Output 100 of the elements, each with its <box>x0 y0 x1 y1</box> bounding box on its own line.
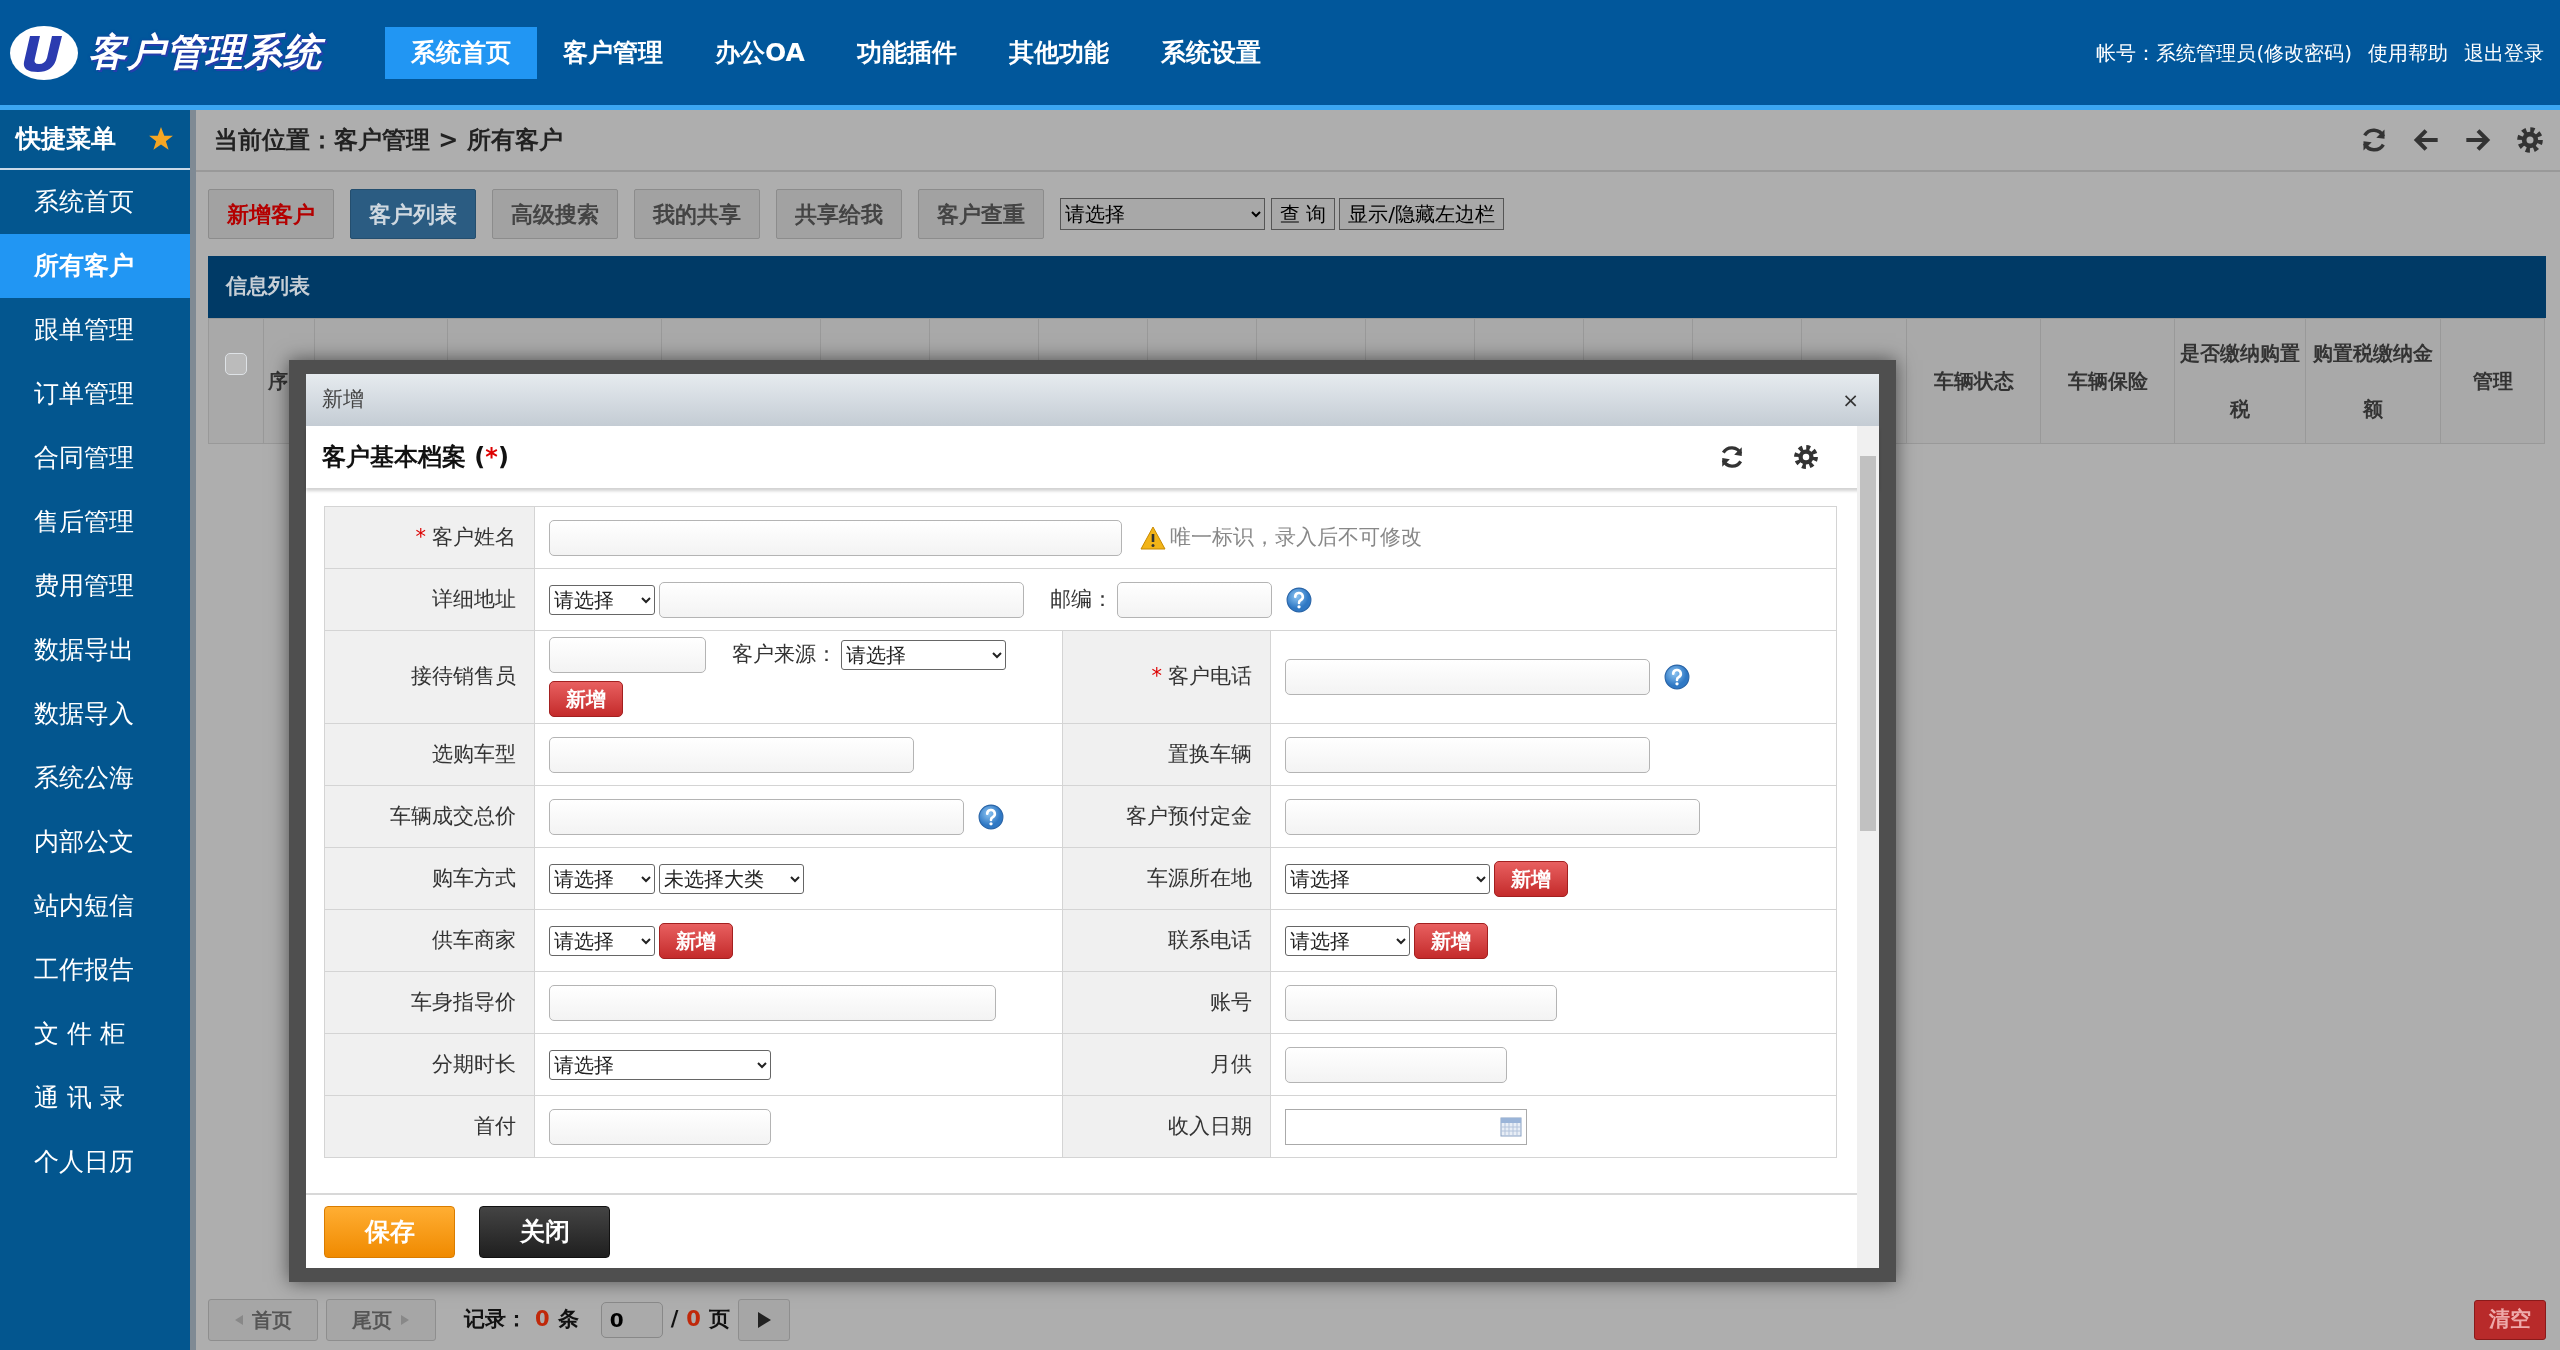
filter-dropdown[interactable]: 请选择 <box>1060 198 1265 230</box>
warning-icon <box>1140 525 1166 550</box>
dropdown[interactable]: 请选择 <box>1285 863 1490 894</box>
nav-tab[interactable]: 其他功能 <box>982 26 1135 79</box>
sidebar-item[interactable]: 文 件 柜 <box>0 1002 190 1066</box>
unit-text: 页 <box>708 1306 730 1334</box>
page-count: 0 <box>686 1306 701 1334</box>
breadcrumb: 当前位置：客户管理 > 所有客户 <box>214 125 563 156</box>
text-input[interactable] <box>1117 581 1272 618</box>
field-label: 邮编： <box>1050 585 1113 613</box>
add-button[interactable]: 新增 <box>659 922 733 959</box>
text-input[interactable] <box>659 581 1024 618</box>
field-label: 车源所在地 <box>1147 865 1252 890</box>
sidebar-item[interactable]: 系统首页 <box>0 170 190 234</box>
sidebar-item[interactable]: 数据导入 <box>0 682 190 746</box>
sidebar-item[interactable]: 系统公海 <box>0 746 190 810</box>
dropdown[interactable]: 请选择 <box>841 640 1006 670</box>
sidebar-item[interactable]: 站内短信 <box>0 874 190 938</box>
toggle-sidebar-button[interactable]: 显示/隐藏左边栏 <box>1339 198 1505 230</box>
text-input[interactable] <box>1285 736 1650 773</box>
sidebar-item[interactable]: 个人日历 <box>0 1130 190 1194</box>
help-icon[interactable] <box>978 803 1004 830</box>
header-link[interactable]: 退出登录 <box>2464 37 2544 68</box>
field-label: * 客户电话 <box>1151 664 1252 689</box>
nav-tab[interactable]: 客户管理 <box>537 26 689 79</box>
toolbar-button[interactable]: 共享给我 <box>776 189 902 239</box>
query-button[interactable]: 查 询 <box>1271 198 1336 230</box>
nav-tab[interactable]: 办公OA <box>689 26 831 79</box>
text-input[interactable] <box>549 736 914 773</box>
account-text: 帐号：系统管理员(修改密码) <box>2096 39 2352 67</box>
toolbar-button[interactable]: 客户列表 <box>350 189 476 239</box>
records-label: 记录： <box>464 1306 527 1334</box>
field-label: 分期时长 <box>432 1051 516 1076</box>
page-input[interactable]: 0 <box>600 1302 663 1338</box>
sidebar-item[interactable]: 工作报告 <box>0 938 190 1002</box>
field-label: 供车商家 <box>432 927 516 952</box>
unit-text: 条 <box>557 1306 579 1334</box>
settings-icon[interactable] <box>1793 444 1819 470</box>
column-header: 序 <box>268 369 288 393</box>
field-label: 选购车型 <box>432 741 516 766</box>
toolbar-button[interactable]: 高级搜索 <box>492 189 618 239</box>
sidebar-item[interactable]: 订单管理 <box>0 362 190 426</box>
text-input[interactable] <box>1285 659 1650 695</box>
settings-icon[interactable] <box>2516 126 2544 154</box>
add-button[interactable]: 新增 <box>1494 860 1568 897</box>
sidebar-item[interactable]: 通 讯 录 <box>0 1066 190 1130</box>
toolbar-button[interactable]: 我的共享 <box>634 189 760 239</box>
play-triangle-icon <box>755 1311 772 1329</box>
menu-title: 快捷菜单 <box>16 123 116 156</box>
help-icon[interactable] <box>1664 664 1690 690</box>
dropdown[interactable]: 未选择大类 <box>659 863 804 894</box>
field-label: 置换车辆 <box>1168 741 1252 766</box>
header-link[interactable]: 使用帮助 <box>2368 37 2448 68</box>
nav-tab[interactable]: 功能插件 <box>830 26 983 79</box>
dropdown[interactable]: 请选择 <box>549 1049 771 1080</box>
text-input[interactable] <box>1285 984 1557 1021</box>
text-input[interactable] <box>549 984 996 1021</box>
back-arrow-icon[interactable] <box>2412 126 2440 154</box>
add-button[interactable]: 新增 <box>1414 922 1488 959</box>
close-button[interactable]: 关闭 <box>479 1205 610 1258</box>
select-all-checkbox[interactable] <box>225 353 247 375</box>
column-header: 购置税缴纳金额 <box>2313 341 2433 421</box>
text-input[interactable] <box>1285 1046 1507 1083</box>
refresh-icon[interactable] <box>1719 444 1745 470</box>
next-page-button[interactable] <box>737 1299 790 1341</box>
sidebar-item[interactable]: 合同管理 <box>0 426 190 490</box>
text-input[interactable] <box>549 798 964 835</box>
star-icon <box>148 126 174 152</box>
dropdown[interactable]: 请选择 <box>549 925 655 956</box>
scrollbar[interactable] <box>1857 426 1879 1268</box>
forward-arrow-icon[interactable] <box>2464 126 2492 154</box>
field-label: 联系电话 <box>1168 927 1252 952</box>
sidebar-item[interactable]: 数据导出 <box>0 618 190 682</box>
right-triangle-icon <box>400 1314 410 1326</box>
toolbar-button[interactable]: 客户查重 <box>918 189 1044 239</box>
dropdown[interactable]: 请选择 <box>549 584 655 615</box>
text-input[interactable] <box>549 519 1122 556</box>
sidebar-item[interactable]: 跟单管理 <box>0 298 190 362</box>
record-count: 0 <box>535 1306 550 1334</box>
calendar-icon[interactable] <box>1500 1116 1522 1137</box>
column-header: 是否缴纳购置税 <box>2180 341 2300 421</box>
dropdown[interactable]: 请选择 <box>549 863 655 894</box>
date-field[interactable] <box>1285 1108 1527 1145</box>
field-label: 客户预付定金 <box>1126 803 1252 828</box>
sidebar-item[interactable]: 售后管理 <box>0 490 190 554</box>
refresh-icon[interactable] <box>2360 126 2388 154</box>
help-icon[interactable] <box>1286 586 1312 613</box>
field-label: 车辆成交总价 <box>390 803 516 828</box>
sidebar-item[interactable]: 费用管理 <box>0 554 190 618</box>
list-header-bar: 信息列表 <box>208 256 2546 318</box>
close-button[interactable]: × <box>1836 385 1865 415</box>
add-button[interactable]: 新增 <box>549 681 623 717</box>
sidebar-item[interactable]: 内部公文 <box>0 810 190 874</box>
dropdown[interactable]: 请选择 <box>1285 925 1410 956</box>
text-input[interactable] <box>1285 798 1700 835</box>
text-input[interactable] <box>549 1108 771 1145</box>
column-header: 管理 <box>2472 369 2513 393</box>
hint-text: 唯一标识，录入后不可修改 <box>1170 523 1422 551</box>
nav-tab[interactable]: 系统设置 <box>1134 26 1287 79</box>
text-input[interactable] <box>549 637 706 673</box>
